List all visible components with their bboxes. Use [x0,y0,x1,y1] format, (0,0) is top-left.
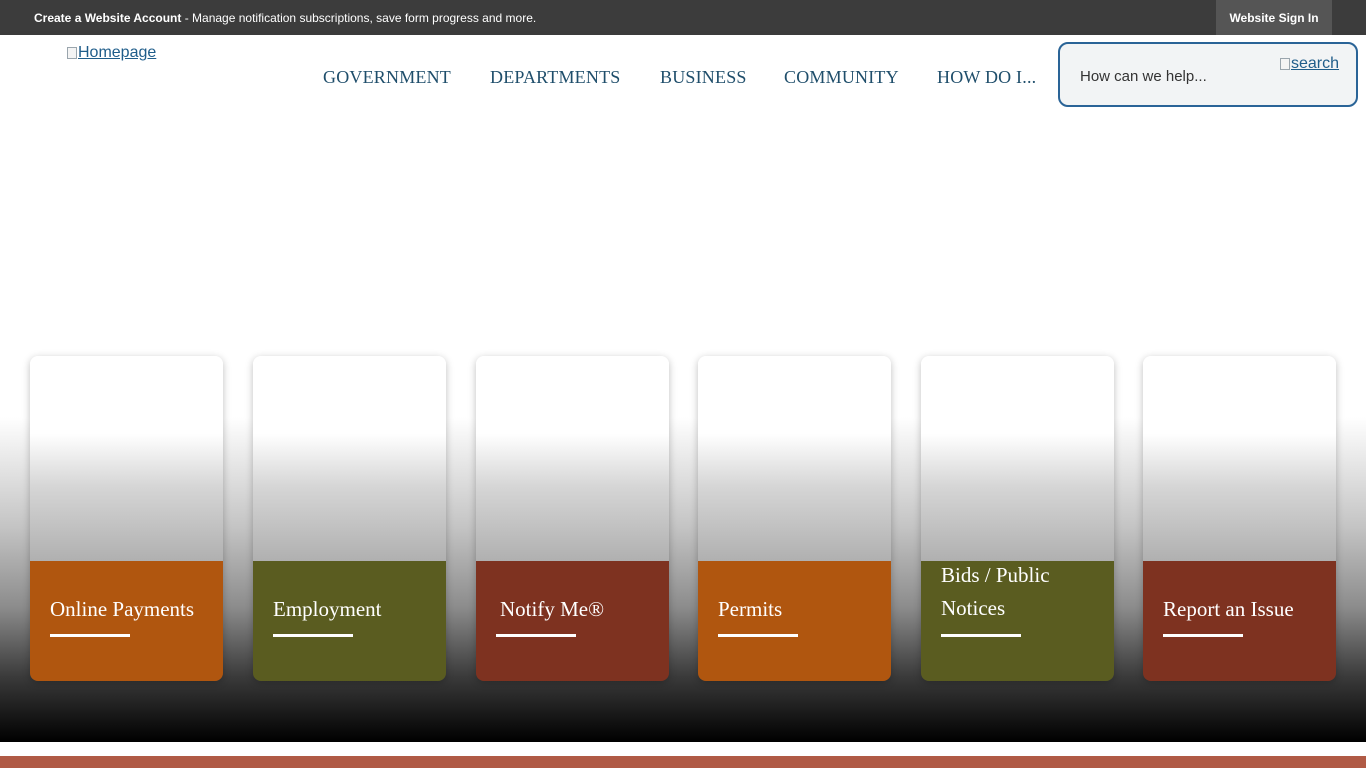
create-account-link[interactable]: Create a Website Account [34,11,181,25]
nav-community[interactable]: COMMUNITY [784,67,899,88]
card-image [1143,356,1336,561]
nav-departments[interactable]: DEPARTMENTS [490,67,620,88]
card-label: Bids / Public Notices [941,563,1050,620]
card-band: Employment [253,561,446,681]
card-online-payments[interactable]: Online Payments [30,356,223,681]
card-image [921,356,1114,561]
card-label: Online Payments [50,597,195,621]
card-band: Report an Issue [1143,561,1336,681]
card-label: Employment [273,597,382,621]
card-image [698,356,891,561]
nav-government[interactable]: GOVERNMENT [323,67,451,88]
card-label: Permits [718,597,783,621]
search-button-alt: search [1291,55,1340,72]
card-image [30,356,223,561]
account-message: Create a Website Account - Manage notifi… [34,11,536,25]
homepage-logo-link[interactable]: Homepage [67,44,156,62]
broken-image-icon [67,47,77,59]
card-employment[interactable]: Employment [253,356,446,681]
card-label: Report an Issue [1163,597,1294,621]
top-notification-bar: Create a Website Account - Manage notifi… [0,0,1366,35]
footer-accent-strip [0,756,1366,768]
card-band: Bids / Public Notices [921,561,1114,681]
card-band: Notify Me® [476,561,669,681]
account-message-text: - Manage notification subscriptions, sav… [181,11,537,25]
search-box: search [1058,42,1358,107]
card-label: Notify Me® [500,597,605,621]
card-notify-me[interactable]: Notify Me® [476,356,669,681]
card-image [253,356,446,561]
card-underline [50,634,130,637]
card-band: Online Payments [30,561,223,681]
card-permits[interactable]: Permits [698,356,891,681]
card-band: Permits [698,561,891,681]
website-sign-in-button[interactable]: Website Sign In [1216,0,1332,35]
card-underline [273,634,353,637]
card-underline [941,634,1021,637]
homepage-logo-alt: Homepage [78,44,157,61]
card-underline [718,634,798,637]
card-underline [496,634,576,637]
card-underline [1163,634,1243,637]
search-input[interactable] [1080,64,1270,88]
card-report-an-issue[interactable]: Report an Issue [1143,356,1336,681]
nav-business[interactable]: BUSINESS [660,67,747,88]
site-header: Homepage GOVERNMENT DEPARTMENTS BUSINESS… [0,35,1366,117]
nav-how-do-i[interactable]: HOW DO I... [937,67,1036,88]
card-image [476,356,669,561]
card-bids-public-notices[interactable]: Bids / Public Notices [921,356,1114,681]
search-icon [1280,58,1290,70]
search-button[interactable]: search [1280,55,1339,73]
